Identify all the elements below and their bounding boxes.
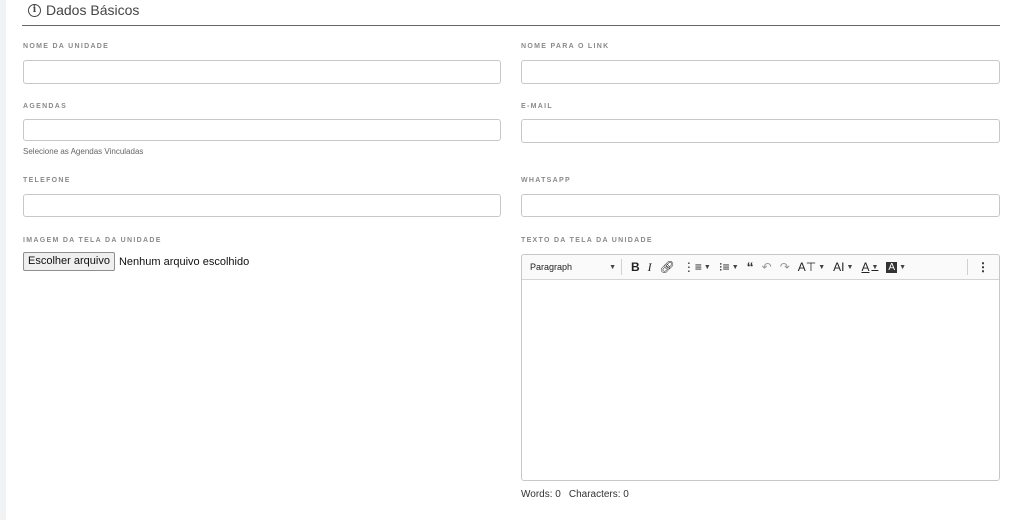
paragraph-select[interactable]: Paragraph ▼ (528, 262, 616, 272)
chevron-down-icon: ▼ (731, 263, 739, 271)
choose-file-button[interactable]: Escolher arquivo (23, 252, 115, 271)
font-background-color-icon[interactable]: A ▼ (882, 257, 910, 277)
word-count-characters: Characters: 0 (568, 489, 629, 500)
more-options-icon[interactable]: ⋮ (973, 257, 993, 277)
section-divider (22, 25, 1000, 26)
nome-unidade-input[interactable] (23, 60, 501, 84)
email-label: E-MAIL (521, 103, 553, 110)
agendas-hint: Selecione as Agendas Vinculadas (23, 147, 144, 156)
chevron-down-icon: ▼ (703, 263, 711, 271)
agendas-label: AGENDAS (23, 103, 68, 110)
chevron-down-icon: ▼ (609, 263, 616, 271)
link-icon[interactable]: 🔗︎ (656, 257, 679, 277)
bold-icon[interactable]: B (627, 257, 644, 277)
italic-icon[interactable]: I (644, 257, 656, 277)
telefone-input[interactable] (23, 194, 501, 217)
telefone-label: TELEFONE (23, 177, 71, 184)
agendas-input[interactable] (23, 119, 501, 141)
nome-unidade-label: NOME DA UNIDADE (23, 43, 110, 50)
numbered-list-icon[interactable]: ⁝≡ ▼ (715, 257, 743, 277)
paragraph-select-label: Paragraph (530, 262, 573, 272)
editor-content[interactable] (522, 280, 999, 480)
undo-icon[interactable]: ↶ (758, 257, 776, 277)
chevron-down-icon: ▼ (846, 263, 854, 271)
bulleted-list-icon[interactable]: ⋮≡ ▼ (679, 257, 715, 277)
file-status: Nenhum arquivo escolhido (118, 255, 250, 268)
word-count-words: Words: 0 (521, 489, 561, 500)
info-circle-icon: i (28, 3, 41, 17)
texto-label: TEXTO DA TELA DA UNIDADE (521, 237, 653, 244)
imagem-label: IMAGEM DA TELA DA UNIDADE (23, 237, 162, 244)
chevron-down-icon: ▼ (899, 263, 906, 271)
font-color-icon[interactable]: A ▼ (857, 257, 882, 277)
left-edge (0, 0, 6, 520)
chevron-down-icon: ▼ (871, 263, 879, 271)
font-family-icon[interactable]: AI ▼ (829, 257, 857, 277)
section-title: Dados Básicos (46, 2, 140, 18)
nome-link-label: NOME PARA O LINK (521, 43, 610, 50)
chevron-down-icon: ▼ (818, 263, 826, 271)
email-input[interactable] (521, 119, 1000, 143)
redo-icon[interactable]: ↷ (776, 257, 794, 277)
word-count: Words: 0 Characters: 0 (521, 489, 637, 500)
section-header: i Dados Básicos (28, 0, 139, 20)
toolbar-separator (621, 259, 622, 275)
editor-toolbar: Paragraph ▼ B I 🔗︎ ⋮≡ ▼ ⁝≡ ▼ “ ↶ ↷ A⊤ ▼ AI ▼… (522, 255, 999, 280)
rich-text-editor: Paragraph ▼ B I 🔗︎ ⋮≡ ▼ ⁝≡ ▼ “ ↶ ↷ A⊤ ▼ AI ▼… (521, 254, 1000, 481)
whatsapp-input[interactable] (521, 194, 1000, 217)
file-input: Escolher arquivo Nenhum arquivo escolhid… (23, 252, 249, 271)
block-quote-icon[interactable]: “ (743, 257, 758, 277)
toolbar-separator (967, 259, 968, 275)
nome-link-input[interactable] (521, 60, 1000, 84)
whatsapp-label: WHATSAPP (521, 177, 571, 184)
font-size-icon[interactable]: A⊤ ▼ (794, 257, 829, 277)
